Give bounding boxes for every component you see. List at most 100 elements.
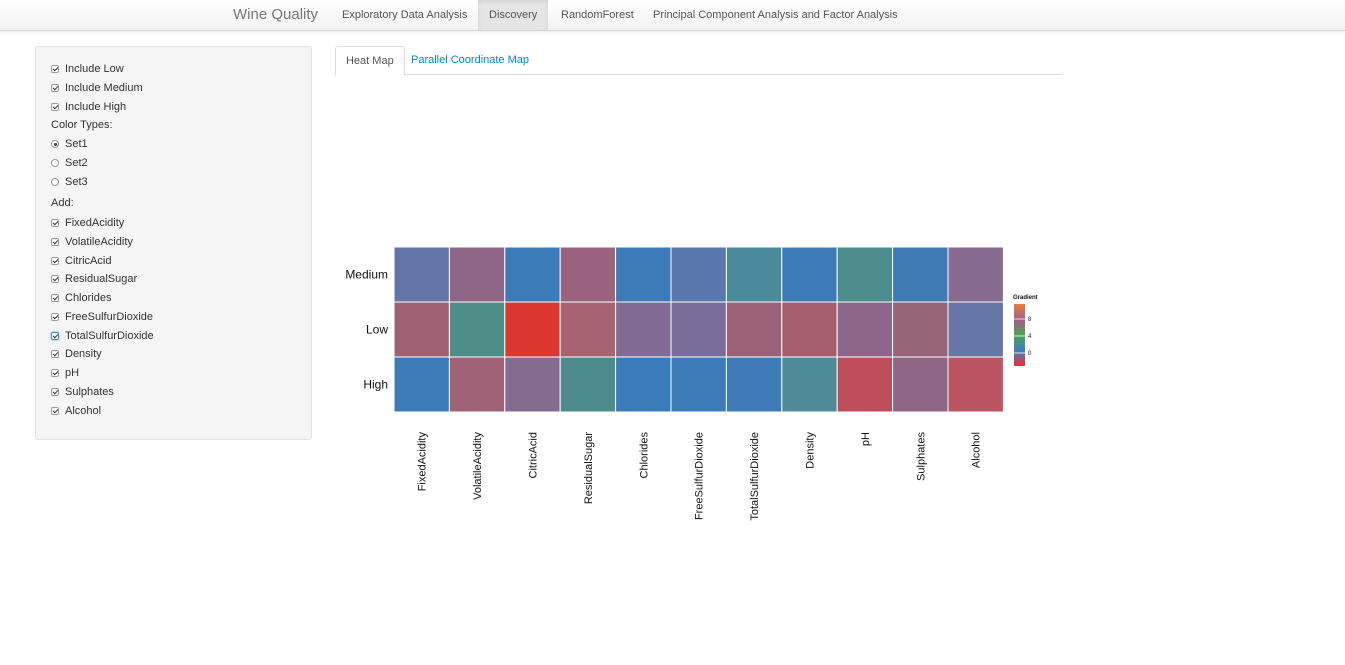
- heatmap-cell: [504, 301, 561, 358]
- heatmap-cell: [836, 301, 894, 358]
- column-label: FreeSulfurDioxide: [694, 432, 706, 520]
- color-set1-radio[interactable]: [51, 140, 59, 148]
- include-low-checkbox[interactable]: [51, 65, 59, 73]
- color-set1-option[interactable]: Set1: [51, 137, 88, 151]
- row-label: High: [363, 378, 388, 392]
- include-low-option[interactable]: Include Low: [51, 62, 124, 76]
- add-residualsugar-checkbox[interactable]: [51, 275, 59, 283]
- include-high-label: Include High: [65, 101, 127, 113]
- heatmap-cell: [947, 356, 1004, 413]
- nav-discovery[interactable]: Discovery: [478, 0, 549, 30]
- add-sulphates-option[interactable]: Sulphates: [51, 385, 114, 399]
- tab-heat-map[interactable]: Heat Map: [335, 46, 405, 76]
- heatmap-cell: [892, 301, 949, 358]
- heatmap-cell: [670, 356, 727, 413]
- add-chlorides-option[interactable]: Chlorides: [51, 291, 111, 305]
- heatmap-cell: [559, 246, 617, 303]
- heatmap-cell: [559, 356, 617, 413]
- add-chlorides-checkbox[interactable]: [51, 294, 59, 302]
- heatmap-cell: [781, 301, 838, 358]
- nav-randomforest[interactable]: RandomForest: [550, 0, 645, 30]
- column-label: VolatileAcidity: [472, 432, 484, 500]
- color-set3-option[interactable]: Set3: [51, 175, 88, 189]
- add-ph-checkbox[interactable]: [51, 369, 59, 377]
- add-ph-label: pH: [65, 367, 80, 379]
- legend-tick-label: 0: [1028, 351, 1032, 357]
- color-set2-label: Set2: [65, 157, 88, 169]
- heatmap-cell: [725, 301, 783, 358]
- include-high-option[interactable]: Include High: [51, 100, 126, 114]
- add-density-option[interactable]: Density: [51, 347, 102, 361]
- add-totalsulfurdioxide-option[interactable]: TotalSulfurDioxide: [51, 329, 154, 343]
- include-medium-option[interactable]: Include Medium: [51, 81, 143, 95]
- add-freesulfurdioxide-label: FreeSulfurDioxide: [65, 311, 154, 323]
- add-totalsulfurdioxide-checkbox[interactable]: [51, 332, 59, 340]
- heatmap-cell: [670, 301, 727, 358]
- heatmap-cell: [448, 301, 506, 358]
- color-set2-radio[interactable]: [51, 159, 59, 167]
- heatmap-cell: [892, 356, 949, 413]
- heatmap-cell: [615, 301, 672, 358]
- add-residualsugar-label: ResidualSugar: [65, 273, 138, 285]
- add-chlorides-label: Chlorides: [65, 292, 112, 304]
- include-medium-checkbox[interactable]: [51, 84, 59, 92]
- heatmap-cell: [892, 246, 949, 303]
- add-fixedacidity-checkbox[interactable]: [51, 219, 59, 227]
- add-citricacid-option[interactable]: CitricAcid: [51, 254, 111, 268]
- heatmap-cell: [836, 246, 894, 303]
- heatmap-cell: [448, 246, 506, 303]
- column-label: ResidualSugar: [583, 432, 595, 504]
- add-fixedacidity-option[interactable]: FixedAcidity: [51, 216, 124, 230]
- include-medium-label: Include Medium: [65, 82, 143, 94]
- heatmap-cell: [725, 246, 783, 303]
- heatmap-cell: [781, 356, 838, 413]
- add-sulphates-label: Sulphates: [65, 386, 114, 398]
- heatmap-cell: [781, 246, 838, 303]
- add-volatileacidity-option[interactable]: VolatileAcidity: [51, 235, 133, 249]
- add-density-checkbox[interactable]: [51, 350, 59, 358]
- add-residualsugar-option[interactable]: ResidualSugar: [51, 272, 137, 286]
- include-low-label: Include Low: [65, 63, 124, 75]
- add-density-label: Density: [65, 348, 102, 360]
- add-freesulfurdioxide-checkbox[interactable]: [51, 313, 59, 321]
- include-high-checkbox[interactable]: [51, 103, 59, 111]
- heatmap-svg: Medium Low High FixedAcidity VolatileAcidity…: [345, 246, 1038, 521]
- legend-tick-label: 8: [1028, 317, 1032, 323]
- heatmap-cell: [947, 301, 1004, 358]
- column-label: pH: [860, 432, 872, 446]
- heatmap-cell: [393, 246, 450, 303]
- sidebar-panel: Include Low Include Medium Include High …: [35, 46, 312, 440]
- row-label: Medium: [345, 268, 388, 282]
- column-label: Chlorides: [638, 432, 650, 479]
- add-freesulfurdioxide-option[interactable]: FreeSulfurDioxide: [51, 310, 153, 324]
- column-label: CitricAcid: [528, 432, 540, 478]
- legend-title: Gradient: [1013, 295, 1038, 301]
- nav-exploratory-data-analysis[interactable]: Exploratory Data Analysis: [331, 0, 478, 30]
- nav-pca-factor-analysis[interactable]: Principal Component Analysis and Factor …: [642, 0, 909, 30]
- heatmap-cell: [448, 356, 506, 413]
- app-brand[interactable]: Wine Quality: [233, 6, 318, 23]
- heatmap-cell: [393, 301, 450, 358]
- heatmap-cell: [615, 356, 672, 413]
- add-alcohol-label: Alcohol: [65, 405, 102, 417]
- row-label: Low: [366, 323, 388, 337]
- color-set3-radio[interactable]: [51, 178, 59, 186]
- tab-parallel-coordinate-map[interactable]: Parallel Coordinate Map: [401, 46, 539, 75]
- heatmap-cell: [670, 246, 727, 303]
- color-set3-label: Set3: [65, 176, 88, 188]
- column-label: Density: [805, 432, 817, 469]
- column-label: FixedAcidity: [417, 432, 429, 492]
- heatmap-cell: [836, 356, 894, 413]
- main-tabs: Heat Map Parallel Coordinate Map: [335, 46, 1062, 76]
- add-alcohol-checkbox[interactable]: [51, 407, 59, 415]
- add-alcohol-option[interactable]: Alcohol: [51, 404, 101, 418]
- add-ph-option[interactable]: pH: [51, 366, 79, 380]
- add-sulphates-checkbox[interactable]: [51, 388, 59, 396]
- add-totalsulfurdioxide-label: TotalSulfurDioxide: [65, 330, 154, 342]
- color-set2-option[interactable]: Set2: [51, 156, 88, 170]
- top-navbar: Wine Quality Exploratory Data Analysis D…: [0, 0, 1345, 31]
- add-label: Add:: [51, 197, 74, 209]
- heatmap-chart: Medium Low High FixedAcidity VolatileAcidity…: [330, 230, 1070, 530]
- add-citricacid-checkbox[interactable]: [51, 257, 59, 265]
- add-volatileacidity-checkbox[interactable]: [51, 238, 59, 246]
